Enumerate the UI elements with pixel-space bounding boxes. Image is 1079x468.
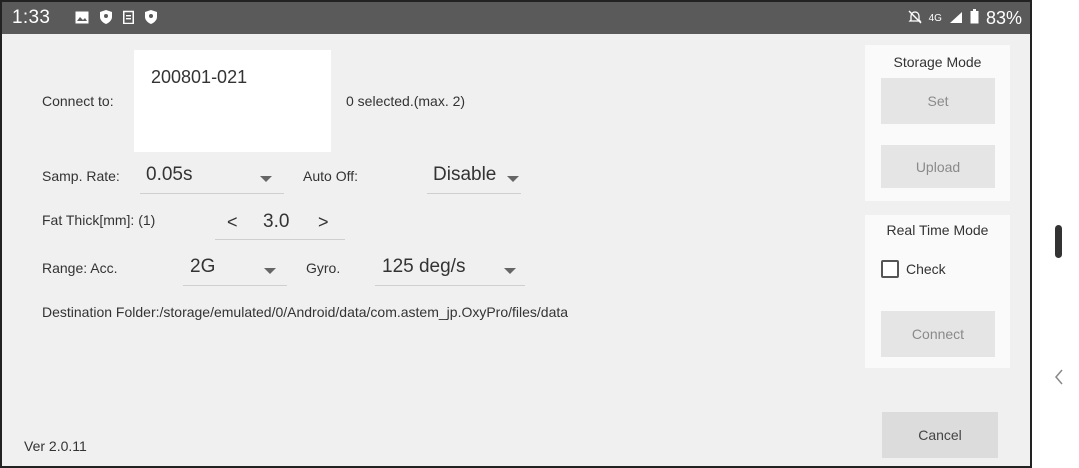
set-button[interactable]: Set <box>881 78 995 124</box>
real-time-mode-title: Real Time Mode <box>886 222 989 238</box>
acc-range-underline <box>183 285 287 286</box>
chevron-down-icon <box>504 268 516 274</box>
samp-rate-value[interactable]: 0.05s <box>146 164 192 186</box>
signal-icon <box>949 8 963 29</box>
battery-icon <box>970 8 979 29</box>
decrement-button[interactable]: < <box>227 212 238 233</box>
range-label: Range: Acc. <box>42 260 118 276</box>
acc-range-value[interactable]: 2G <box>190 256 215 278</box>
device-list-item[interactable]: 200801-021 <box>151 67 247 88</box>
side-area <box>1034 0 1079 468</box>
destination-folder: Destination Folder:/storage/emulated/0/A… <box>42 304 569 320</box>
connect-button[interactable]: Connect <box>881 311 995 357</box>
battery-percent: 83% <box>985 8 1022 28</box>
mute-icon <box>908 8 922 29</box>
auto-off-label: Auto Off: <box>303 168 358 184</box>
chevron-down-icon <box>264 268 276 274</box>
gyro-range-value[interactable]: 125 deg/s <box>382 256 465 278</box>
status-left-icons <box>75 10 157 29</box>
storage-mode-panel: Storage Mode Set Upload <box>865 45 1010 201</box>
selected-count: 0 selected.(max. 2) <box>346 93 466 109</box>
shield-icon <box>145 10 157 29</box>
cancel-button[interactable]: Cancel <box>882 412 998 458</box>
samp-rate-underline <box>140 193 284 194</box>
scroll-handle[interactable] <box>1055 225 1062 258</box>
device-list[interactable]: 200801-021 <box>134 50 331 152</box>
check-checkbox[interactable] <box>881 260 899 278</box>
fat-thick-label: Fat Thick[mm]: (1) <box>42 212 156 228</box>
chevron-down-icon <box>507 176 519 182</box>
connect-label: Connect to: <box>42 93 114 109</box>
check-label: Check <box>906 261 946 277</box>
upload-button[interactable]: Upload <box>881 145 995 188</box>
samp-rate-label: Samp. Rate: <box>42 168 120 184</box>
auto-off-value[interactable]: Disable <box>433 164 496 186</box>
chevron-down-icon <box>260 176 272 182</box>
auto-off-underline <box>427 193 521 194</box>
app-screen: 1:33 4G 83% Connect to: 200801-021 0 sel… <box>0 0 1032 468</box>
fat-thick-value: 3.0 <box>263 211 290 232</box>
fat-thick-underline <box>215 239 345 240</box>
status-time: 1:33 <box>12 7 51 28</box>
gyro-range-underline <box>375 285 525 286</box>
version-label: Ver 2.0.11 <box>24 438 87 454</box>
clipboard-icon <box>123 10 134 29</box>
shield-icon <box>100 10 112 29</box>
network-type: 4G <box>928 13 942 24</box>
increment-button[interactable]: > <box>318 212 329 233</box>
real-time-mode-panel: Real Time Mode Check Connect <box>865 215 1010 368</box>
storage-mode-title: Storage Mode <box>893 54 982 70</box>
status-right-icons: 4G 83% <box>908 8 1022 29</box>
status-bar: 1:33 4G 83% <box>2 2 1030 34</box>
image-icon <box>75 11 89 29</box>
chevron-left-icon[interactable] <box>1054 368 1064 391</box>
gyro-label: Gyro. <box>306 260 341 276</box>
